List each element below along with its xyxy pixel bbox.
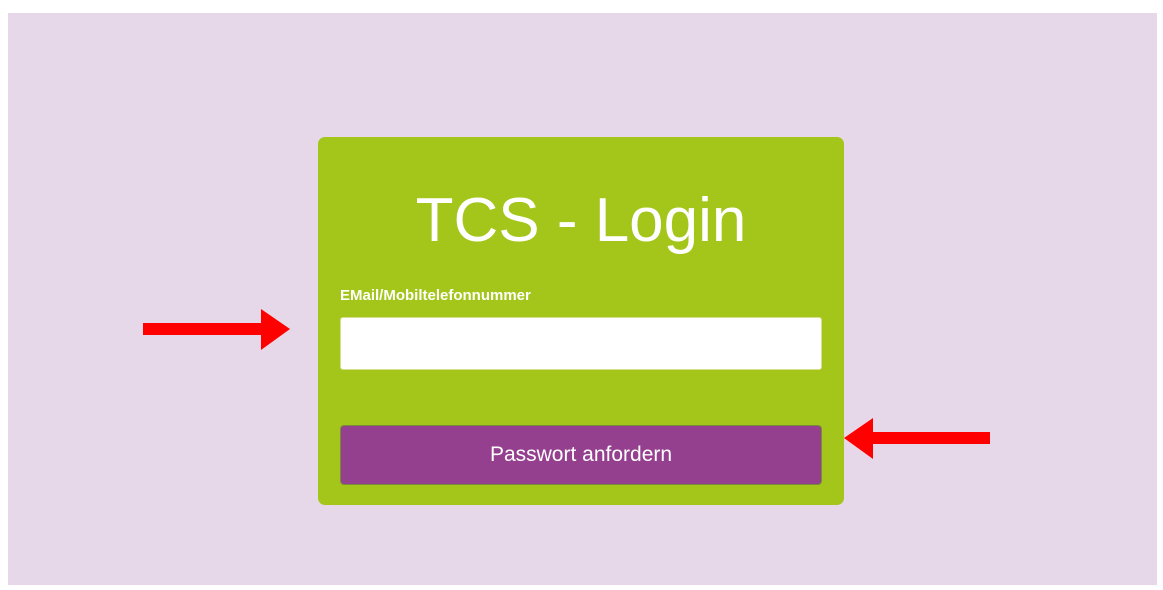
- left-arrow-icon: [844, 418, 990, 459]
- email-phone-input[interactable]: [340, 317, 822, 370]
- page-background: TCS - Login EMail/Mobiltelefonnummer Pas…: [8, 13, 1157, 585]
- login-title: TCS - Login: [415, 186, 747, 255]
- login-card: TCS - Login EMail/Mobiltelefonnummer Pas…: [318, 137, 844, 505]
- request-password-button[interactable]: Passwort anfordern: [340, 425, 822, 485]
- right-arrow-icon: [143, 309, 290, 350]
- email-phone-label: EMail/Mobiltelefonnummer: [340, 287, 531, 304]
